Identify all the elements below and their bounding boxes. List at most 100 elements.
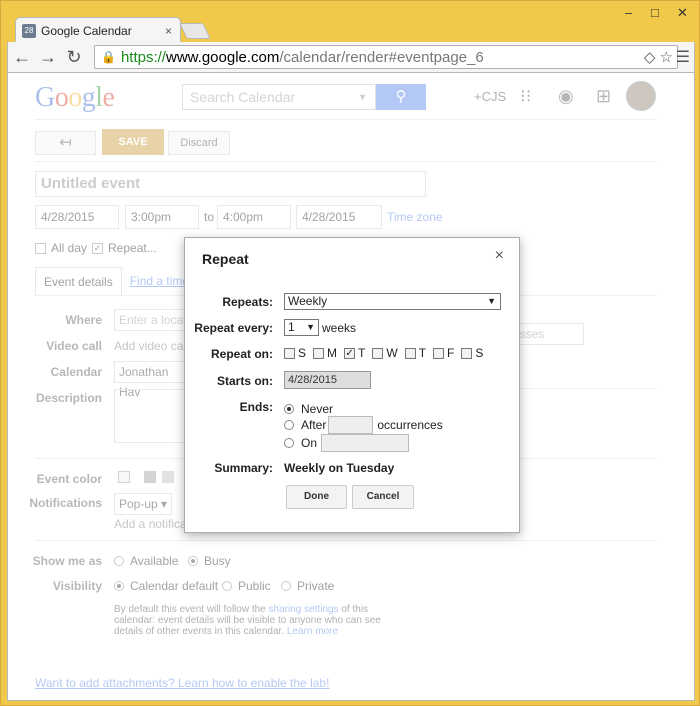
browser-toolbar: ← → ↻ 🔒 https://www.google.com/calendar/… xyxy=(7,42,695,72)
done-button[interactable]: Done xyxy=(286,485,347,509)
occurrences-label: occurrences xyxy=(377,418,443,432)
ends-on-radio[interactable]: On xyxy=(284,434,413,452)
public-radio[interactable]: Public xyxy=(222,579,271,593)
ends-after-label: After xyxy=(301,418,327,432)
back-arrow-icon[interactable]: ← xyxy=(10,45,34,69)
logo-letter: o xyxy=(54,82,69,113)
start-time-input[interactable]: 3:00pm xyxy=(125,205,199,229)
ends-never-radio[interactable]: Never xyxy=(284,402,333,416)
radio-icon xyxy=(281,581,291,591)
repeat-dialog: Repeat × Repeats: Weekly ▼ Repeat every: … xyxy=(184,237,520,533)
tab-close-icon[interactable]: × xyxy=(165,24,172,38)
end-date-input[interactable]: 4/28/2015 xyxy=(296,205,382,229)
end-time-input[interactable]: 4:00pm xyxy=(217,205,291,229)
calendar-select[interactable]: Jonathan Hav xyxy=(114,361,194,399)
apps-grid-icon[interactable]: ⁝⁝ xyxy=(520,86,531,107)
notification-type-select[interactable]: Pop-up ▾ xyxy=(114,493,172,515)
address-bar[interactable]: 🔒 https://www.google.com/calendar/render… xyxy=(94,45,678,69)
available-label: Available xyxy=(130,554,179,568)
add-video-call-link[interactable]: Add video call xyxy=(114,339,189,353)
available-radio[interactable]: Available xyxy=(114,554,178,568)
checkbox-icon xyxy=(433,347,445,359)
plus-profile-link[interactable]: +CJS xyxy=(474,89,506,104)
ends-on-date-input[interactable] xyxy=(321,434,410,452)
day-checkbox-monday[interactable]: M xyxy=(313,346,337,360)
checkbox-icon xyxy=(35,242,46,254)
divider xyxy=(35,119,657,120)
start-date-input[interactable]: 4/28/2015 xyxy=(35,205,119,229)
sharing-settings-link[interactable]: sharing settings xyxy=(269,604,339,615)
tab-title: Google Calendar xyxy=(41,23,132,38)
share-plus-icon[interactable]: ⊞ xyxy=(596,86,611,107)
private-radio[interactable]: Private xyxy=(281,579,334,593)
starts-on-input[interactable]: 4/28/2015 xyxy=(284,371,371,389)
day-checkbox-friday[interactable]: F xyxy=(433,346,454,360)
search-input[interactable]: Search Calendar ▼ xyxy=(182,84,376,110)
repeats-label: Repeats: xyxy=(222,295,273,309)
radio-icon xyxy=(284,438,294,448)
add-notification-link[interactable]: Add a notificat xyxy=(114,517,190,531)
color-swatch[interactable] xyxy=(162,471,174,483)
to-label: to xyxy=(204,210,215,224)
window-close-icon[interactable]: ✕ xyxy=(677,5,688,21)
radio-icon xyxy=(222,581,232,591)
all-day-checkbox[interactable]: All day xyxy=(35,241,87,255)
repeat-every-select[interactable]: 1 ▼ xyxy=(284,319,319,336)
color-swatch[interactable] xyxy=(144,471,156,483)
time-zone-link[interactable]: Time zone xyxy=(387,210,443,224)
calendar-favicon-icon: 28 xyxy=(22,23,36,38)
day-checkbox-saturday[interactable]: S xyxy=(461,346,483,360)
day-checkbox-wednesday[interactable]: W xyxy=(372,346,398,360)
day-checkbox-sunday[interactable]: S xyxy=(284,346,306,360)
notifications-icon[interactable]: ◉ xyxy=(558,86,574,107)
event-title-input[interactable]: Untitled event xyxy=(35,171,426,197)
where-input[interactable]: Enter a locati xyxy=(114,309,194,331)
save-button[interactable]: SAVE xyxy=(102,129,164,155)
cancel-button[interactable]: Cancel xyxy=(352,485,414,509)
attachments-link[interactable]: Want to add attachments? Learn how to en… xyxy=(35,676,329,690)
repeat-on-label: Repeat on: xyxy=(210,347,273,361)
learn-more-link[interactable]: Learn more xyxy=(287,626,338,637)
avatar[interactable] xyxy=(626,81,656,111)
ends-never-label: Never xyxy=(301,402,334,416)
repeat-on-days: S M ✓ T W T F S xyxy=(284,346,490,360)
calendar-label: Calendar xyxy=(50,365,102,379)
lock-icon: 🔒 xyxy=(101,50,116,64)
starts-on-label: Starts on: xyxy=(216,374,273,388)
close-icon[interactable]: × xyxy=(495,247,504,265)
repeats-select[interactable]: Weekly ▼ xyxy=(284,293,501,310)
description-textarea[interactable] xyxy=(114,389,194,443)
back-button[interactable]: ↤ xyxy=(35,131,96,155)
menu-icon[interactable]: ☰ xyxy=(676,47,690,67)
maximize-icon[interactable]: □ xyxy=(651,5,659,20)
radio-icon xyxy=(114,556,124,566)
ends-on-label: On xyxy=(301,436,318,450)
day-checkbox-thursday[interactable]: T xyxy=(404,346,426,360)
forward-arrow-icon[interactable]: → xyxy=(36,45,60,69)
summary-label: Summary: xyxy=(214,461,273,475)
where-label: Where xyxy=(65,313,102,327)
occurrences-input[interactable] xyxy=(328,416,374,434)
page-content: Google Search Calendar ▼ ⚲ +CJS ⁝⁝ ◉ ⊞ ↤… xyxy=(7,72,695,701)
day-checkbox-tuesday[interactable]: ✓ T xyxy=(344,346,365,360)
checkbox-icon xyxy=(313,347,325,359)
tab-event-details[interactable]: Event details xyxy=(35,267,122,295)
discard-button[interactable]: Discard xyxy=(168,131,230,155)
ends-after-radio[interactable]: After occurrences xyxy=(284,416,443,434)
chevron-down-icon[interactable]: ▼ xyxy=(358,85,367,109)
calendar-default-radio[interactable]: Calendar default xyxy=(114,579,218,593)
busy-radio[interactable]: Busy xyxy=(188,554,231,568)
new-tab-button[interactable] xyxy=(179,23,211,39)
url-scheme: https:// xyxy=(120,48,166,66)
all-day-label: All day xyxy=(51,241,88,255)
browser-tab[interactable]: 28 Google Calendar × xyxy=(15,17,181,43)
bookmark-star-icon[interactable]: ◇ ☆ xyxy=(644,48,673,66)
search-button[interactable]: ⚲ xyxy=(376,84,426,110)
repeat-checkbox[interactable]: ✓ Repeat... xyxy=(92,241,157,255)
google-logo: Google xyxy=(35,82,115,114)
busy-label: Busy xyxy=(204,554,231,568)
minimize-icon[interactable]: – xyxy=(625,5,632,20)
color-swatch[interactable] xyxy=(118,471,130,483)
reload-icon[interactable]: ↻ xyxy=(62,45,86,69)
logo-letter: e xyxy=(102,82,115,113)
